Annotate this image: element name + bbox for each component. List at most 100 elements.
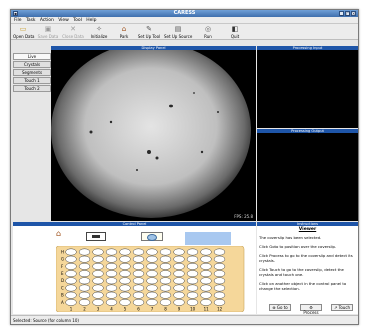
plate-well[interactable] bbox=[173, 270, 185, 278]
plate-well[interactable] bbox=[213, 248, 226, 256]
initialize-button[interactable]: ✧ Initialize bbox=[89, 24, 109, 40]
plate-well[interactable] bbox=[200, 255, 212, 263]
plate-well[interactable] bbox=[65, 298, 77, 306]
menu-action[interactable]: Action bbox=[40, 17, 54, 24]
plate-well[interactable] bbox=[200, 270, 212, 278]
park-button[interactable]: ⌂ Park bbox=[117, 24, 131, 40]
plate-well[interactable] bbox=[200, 262, 212, 270]
maximize-button[interactable]: □ bbox=[345, 11, 350, 16]
plate-well[interactable] bbox=[92, 248, 104, 256]
plate-well[interactable] bbox=[146, 248, 158, 256]
menu-tool[interactable]: Tool bbox=[73, 17, 82, 24]
goto-button[interactable]: ⊕ Go to bbox=[269, 304, 291, 311]
tab-crystals[interactable]: Crystals bbox=[13, 61, 51, 68]
plate-well[interactable] bbox=[173, 298, 185, 306]
touch-button[interactable]: ↗ Touch bbox=[331, 304, 353, 311]
plate-well[interactable] bbox=[65, 270, 77, 278]
plate-well[interactable] bbox=[146, 291, 158, 299]
camera-view[interactable]: FPS: 25.8 bbox=[51, 42, 256, 221]
plate-well[interactable] bbox=[105, 270, 118, 278]
plate-well[interactable] bbox=[159, 270, 172, 278]
plate-well[interactable] bbox=[159, 277, 172, 285]
menu-file[interactable]: File bbox=[14, 17, 22, 24]
plate-well[interactable] bbox=[119, 262, 131, 270]
plate-well[interactable] bbox=[173, 262, 185, 270]
plate-well[interactable] bbox=[146, 298, 158, 306]
plate-well[interactable] bbox=[200, 277, 212, 285]
plate-well[interactable] bbox=[92, 291, 104, 299]
window-menu-button[interactable]: ▪ bbox=[13, 11, 18, 16]
plate-well[interactable] bbox=[65, 255, 77, 263]
plate-well[interactable] bbox=[173, 284, 185, 292]
plate-well[interactable] bbox=[65, 262, 77, 270]
plate-well[interactable] bbox=[78, 248, 91, 256]
plate-well[interactable] bbox=[146, 270, 158, 278]
close-window-button[interactable]: × bbox=[351, 11, 356, 16]
plate-well[interactable] bbox=[159, 255, 172, 263]
tab-segments[interactable]: Segments bbox=[13, 69, 51, 76]
plate-well[interactable] bbox=[213, 284, 226, 292]
plate-well[interactable] bbox=[132, 262, 145, 270]
plate-well[interactable] bbox=[132, 248, 145, 256]
plate-well[interactable] bbox=[78, 262, 91, 270]
plate-well[interactable] bbox=[65, 284, 77, 292]
plate-well[interactable] bbox=[105, 298, 118, 306]
process-button[interactable]: ⚙ Process bbox=[300, 304, 322, 315]
plate-well[interactable] bbox=[92, 270, 104, 278]
plate-well[interactable] bbox=[92, 255, 104, 263]
tab-touch-2[interactable]: Touch 2 bbox=[13, 85, 51, 92]
menu-help[interactable]: Help bbox=[86, 17, 96, 24]
plate-well[interactable] bbox=[186, 262, 199, 270]
plate-well[interactable] bbox=[105, 255, 118, 263]
close-data-button[interactable]: ✕ Close Data bbox=[62, 24, 84, 40]
minimize-button[interactable]: _ bbox=[339, 11, 344, 16]
plate-well[interactable] bbox=[119, 248, 131, 256]
plate-well[interactable] bbox=[119, 291, 131, 299]
plate-well[interactable] bbox=[200, 284, 212, 292]
menu-task[interactable]: Task bbox=[26, 17, 36, 24]
menu-view[interactable]: View bbox=[58, 17, 69, 24]
plate-well[interactable] bbox=[173, 248, 185, 256]
coverslip-slot[interactable] bbox=[141, 232, 163, 241]
plate-well[interactable] bbox=[132, 298, 145, 306]
plate-well[interactable] bbox=[173, 291, 185, 299]
plate-well[interactable] bbox=[159, 262, 172, 270]
plate-well[interactable] bbox=[105, 284, 118, 292]
plate-well[interactable] bbox=[119, 277, 131, 285]
plate-well[interactable] bbox=[92, 284, 104, 292]
plate-well[interactable] bbox=[213, 298, 226, 306]
plate-well[interactable] bbox=[78, 255, 91, 263]
plate-well[interactable] bbox=[132, 255, 145, 263]
set-up-tool-button[interactable]: ✎ Set Up Tool bbox=[136, 24, 162, 40]
source-slot[interactable] bbox=[185, 232, 231, 245]
save-data-button[interactable]: ▣ Save Data bbox=[37, 24, 59, 40]
plate-well[interactable] bbox=[78, 270, 91, 278]
plate-well[interactable] bbox=[186, 270, 199, 278]
tab-touch-1[interactable]: Touch 1 bbox=[13, 77, 51, 84]
plate-well[interactable] bbox=[132, 270, 145, 278]
plate-well[interactable] bbox=[159, 284, 172, 292]
plate-well[interactable] bbox=[105, 248, 118, 256]
run-button[interactable]: ◎ Run bbox=[202, 24, 214, 40]
plate-well[interactable] bbox=[159, 298, 172, 306]
plate-well[interactable] bbox=[92, 277, 104, 285]
tool-slot[interactable] bbox=[86, 232, 106, 241]
plate-well[interactable] bbox=[132, 277, 145, 285]
plate-well[interactable] bbox=[119, 270, 131, 278]
plate-well[interactable] bbox=[146, 277, 158, 285]
plate-well[interactable] bbox=[146, 262, 158, 270]
plate-well[interactable] bbox=[105, 262, 118, 270]
plate-well[interactable] bbox=[186, 255, 199, 263]
quit-button[interactable]: ◧ Quit bbox=[229, 24, 241, 40]
open-data-button[interactable]: ▭ Open Data bbox=[13, 24, 35, 40]
plate-well[interactable] bbox=[213, 262, 226, 270]
plate-well[interactable] bbox=[105, 291, 118, 299]
tab-live[interactable]: Live bbox=[13, 53, 51, 60]
plate-well[interactable] bbox=[92, 262, 104, 270]
plate-well[interactable] bbox=[159, 291, 172, 299]
plate-well[interactable] bbox=[65, 291, 77, 299]
plate-well[interactable] bbox=[132, 291, 145, 299]
plate-well[interactable] bbox=[213, 255, 226, 263]
plate-well[interactable] bbox=[200, 298, 212, 306]
plate-well[interactable] bbox=[146, 284, 158, 292]
